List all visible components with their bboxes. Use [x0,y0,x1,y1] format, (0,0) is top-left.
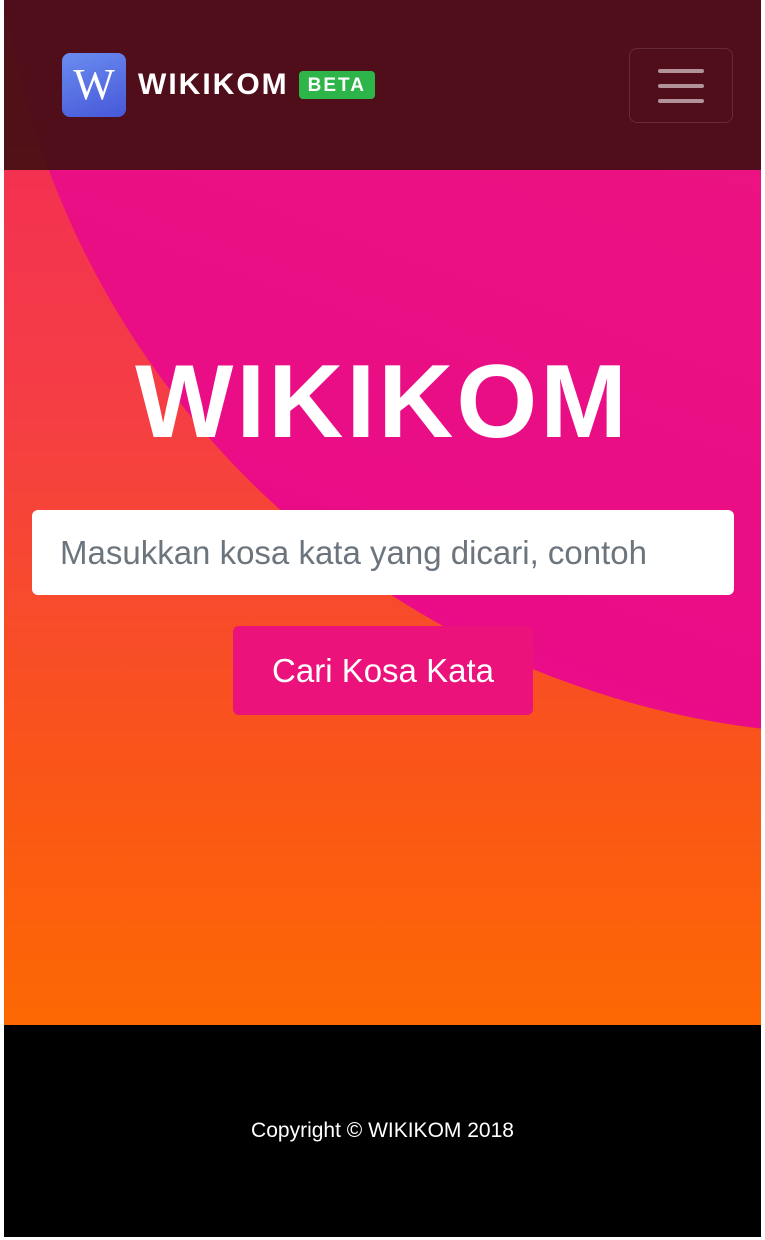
hamburger-menu-icon [658,68,704,73]
beta-badge: BETA [298,71,375,99]
navbar: W WIKIKOM BETA [4,0,761,170]
brand-link[interactable]: W WIKIKOM BETA [62,52,375,118]
wikikom-logo-icon: W [62,53,126,117]
page-frame: W WIKIKOM BETA WIKIKOM Cari Kosa Kata Co… [4,0,761,1237]
brand-name: WIKIKOM [138,68,289,101]
footer: Copyright © WIKIKOM 2018 [4,1025,761,1237]
hamburger-menu-icon [658,83,704,88]
search-button[interactable]: Cari Kosa Kata [233,626,533,715]
hero-title: WIKIKOM [135,344,630,460]
hamburger-menu-button[interactable] [629,48,733,123]
copyright-text: Copyright © WIKIKOM 2018 [251,1119,514,1142]
search-input[interactable] [32,510,734,595]
hamburger-menu-icon [658,98,704,103]
